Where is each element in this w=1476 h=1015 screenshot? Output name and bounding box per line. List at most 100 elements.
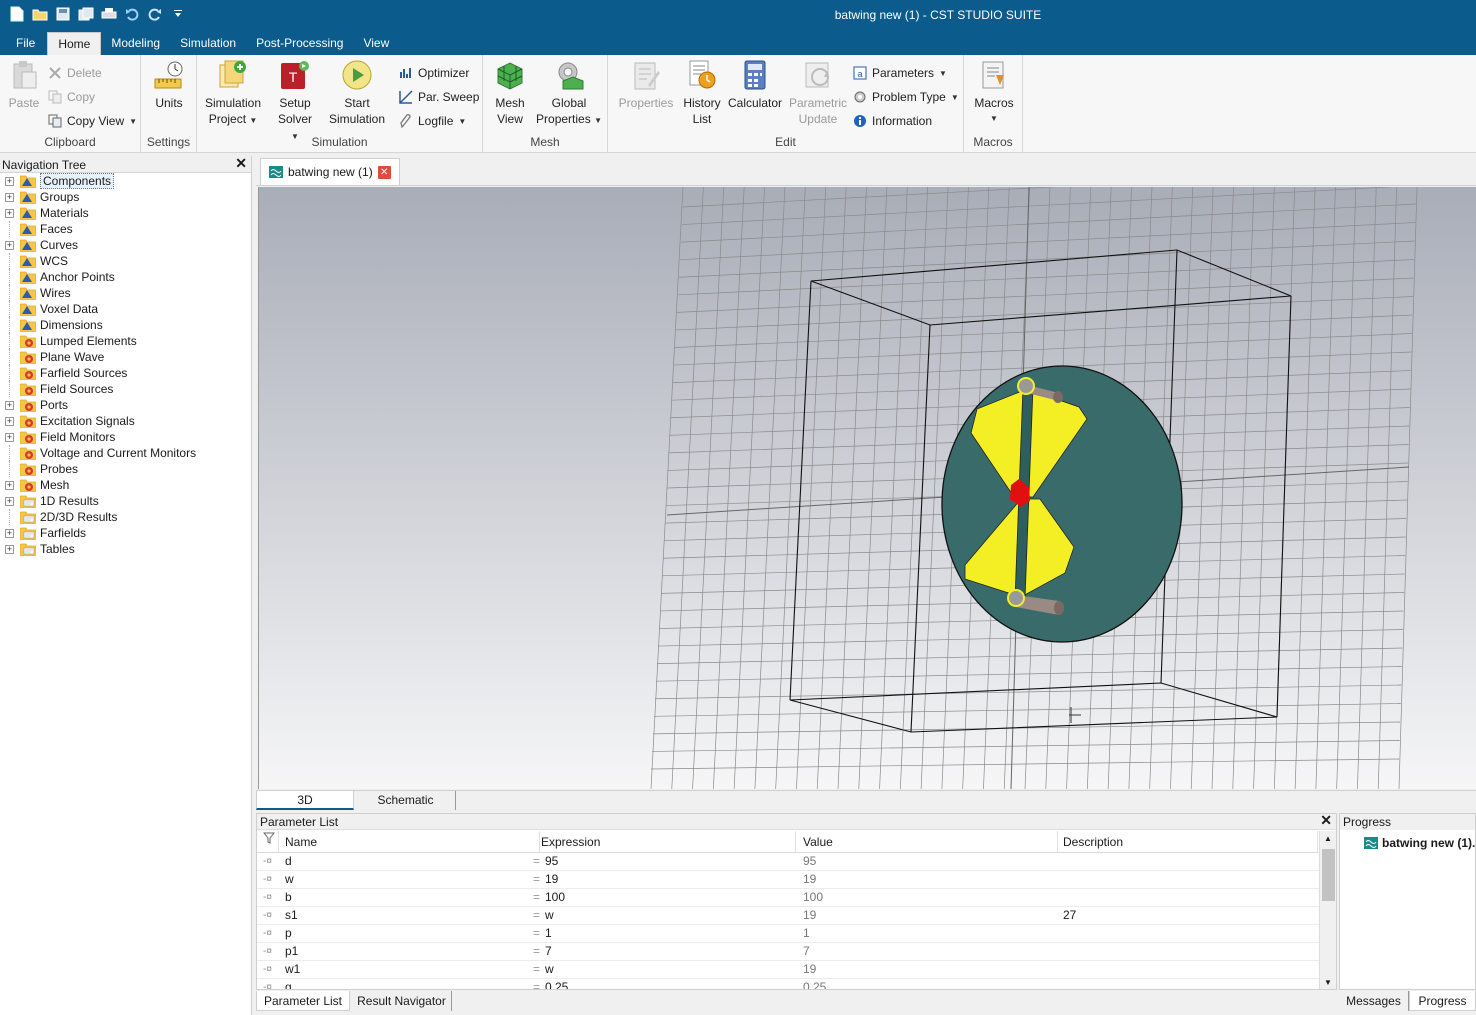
tab-result-navigator[interactable]: Result Navigator <box>352 991 452 1011</box>
close-icon[interactable]: ✕ <box>1320 812 1332 829</box>
delete-button[interactable]: Delete <box>48 63 102 83</box>
parameter-name[interactable]: p <box>285 925 540 942</box>
parameter-row[interactable]: -¤ w1 = w 19 <box>257 961 1319 979</box>
tree-item-farfield-sources[interactable]: Farfield Sources <box>0 365 251 381</box>
parameter-name[interactable]: d <box>285 853 540 870</box>
units-button[interactable]: Units <box>151 59 187 111</box>
scrollbar-thumb[interactable] <box>1322 849 1335 901</box>
column-header-value[interactable]: Value <box>803 831 1058 853</box>
parameter-expression[interactable]: w <box>545 907 800 924</box>
parameter-row[interactable]: -¤ s1 = w 19 27 <box>257 907 1319 925</box>
expand-icon[interactable]: + <box>5 481 14 490</box>
expand-icon[interactable]: + <box>5 193 14 202</box>
parameter-name[interactable]: p1 <box>285 943 540 960</box>
tab-progress[interactable]: Progress <box>1409 991 1476 1011</box>
scroll-down-icon[interactable]: ▼ <box>1324 978 1332 987</box>
tree-item-materials[interactable]: + Materials <box>0 205 251 221</box>
3d-scene[interactable] <box>259 187 1476 789</box>
filter-icon[interactable] <box>263 831 279 853</box>
properties-button[interactable]: Properties <box>616 59 676 111</box>
tree-item-farfields[interactable]: + Farfields <box>0 525 251 541</box>
par-sweep-button[interactable]: Par. Sweep <box>399 87 479 107</box>
simulation-project-button[interactable]: Simulation Project ▼ <box>202 59 264 129</box>
expand-icon[interactable]: + <box>5 209 14 218</box>
tree-item-voltage-and-current-monitors[interactable]: Voltage and Current Monitors <box>0 445 251 461</box>
copy-button[interactable]: Copy <box>48 87 95 107</box>
tree-item-components[interactable]: + Components <box>0 173 251 189</box>
parameter-expression[interactable]: 19 <box>545 871 800 888</box>
tree-item-plane-wave[interactable]: Plane Wave <box>0 349 251 365</box>
tree-item-1d-results[interactable]: +1D Results <box>0 493 251 509</box>
parameter-row[interactable]: -¤ g = 0.25 0.25 <box>257 979 1319 989</box>
parameter-row[interactable]: -¤ b = 100 100 <box>257 889 1319 907</box>
parameter-name[interactable]: w <box>285 871 540 888</box>
tree-item-voxel-data[interactable]: Voxel Data <box>0 301 251 317</box>
tree-item-ports[interactable]: + Ports <box>0 397 251 413</box>
tab-modeling[interactable]: Modeling <box>101 32 170 55</box>
3d-viewport[interactable] <box>258 187 1476 789</box>
tab-home[interactable]: Home <box>47 32 102 55</box>
parameter-list-scrollbar[interactable]: ▲ ▼ <box>1319 831 1336 989</box>
parameter-expression[interactable]: 0.25 <box>545 979 800 989</box>
tab-view[interactable]: View <box>353 32 399 55</box>
paste-button[interactable]: Paste <box>6 59 42 111</box>
tab-simulation[interactable]: Simulation <box>170 32 246 55</box>
tab-parameter-list[interactable]: Parameter List <box>256 991 350 1011</box>
progress-item[interactable]: batwing new (1). <box>1364 836 1475 850</box>
logfile-button[interactable]: Logfile ▼ <box>399 111 466 131</box>
column-header-description[interactable]: Description <box>1063 831 1318 853</box>
expand-icon[interactable]: + <box>5 545 14 554</box>
history-list-button[interactable]: History List <box>682 59 722 127</box>
tab-post-processing[interactable]: Post-Processing <box>246 32 353 55</box>
expand-icon[interactable]: + <box>5 401 14 410</box>
tree-item-field-monitors[interactable]: + Field Monitors <box>0 429 251 445</box>
tree-item-anchor-points[interactable]: Anchor Points <box>0 269 251 285</box>
parameter-expression[interactable]: 95 <box>545 853 800 870</box>
tree-item-dimensions[interactable]: Dimensions <box>0 317 251 333</box>
tab-messages[interactable]: Messages <box>1339 991 1409 1011</box>
document-tab[interactable]: batwing new (1) ✕ <box>260 158 400 185</box>
parameter-expression[interactable]: 7 <box>545 943 800 960</box>
parameter-name[interactable]: w1 <box>285 961 540 978</box>
parameter-row[interactable]: -¤ d = 95 95 <box>257 853 1319 871</box>
parameter-expression[interactable]: 1 <box>545 925 800 942</box>
tree-item-probes[interactable]: Probes <box>0 461 251 477</box>
tree-item-field-sources[interactable]: Field Sources <box>0 381 251 397</box>
tree-item-faces[interactable]: Faces <box>0 221 251 237</box>
setup-solver-button[interactable]: T Setup Solver ▼ <box>273 59 317 145</box>
tree-item-lumped-elements[interactable]: Lumped Elements <box>0 333 251 349</box>
tab-schematic[interactable]: Schematic <box>356 791 456 810</box>
close-tab-icon[interactable]: ✕ <box>377 165 391 179</box>
parameter-row[interactable]: -¤ w = 19 19 <box>257 871 1319 889</box>
tree-item-excitation-signals[interactable]: + Excitation Signals <box>0 413 251 429</box>
tree-item-curves[interactable]: + Curves <box>0 237 251 253</box>
scroll-up-icon[interactable]: ▲ <box>1324 834 1332 843</box>
column-header-expression[interactable]: Expression <box>541 831 796 853</box>
tab-3d[interactable]: 3D <box>256 791 354 810</box>
tree-item-groups[interactable]: + Groups <box>0 189 251 205</box>
expand-icon[interactable]: + <box>5 433 14 442</box>
parameter-expression[interactable]: w <box>545 961 800 978</box>
global-properties-button[interactable]: Global Properties ▼ <box>536 59 602 129</box>
tree-item-wcs[interactable]: WCS <box>0 253 251 269</box>
parameter-name[interactable]: g <box>285 979 540 989</box>
start-simulation-button[interactable]: Start Simulation <box>325 59 389 127</box>
expand-icon[interactable]: + <box>5 529 14 538</box>
column-header-name[interactable]: Name <box>285 831 540 853</box>
expand-icon[interactable]: + <box>5 177 14 186</box>
tree-item-wires[interactable]: Wires <box>0 285 251 301</box>
copy-view-button[interactable]: Copy View ▼ <box>48 111 137 131</box>
information-button[interactable]: Information <box>853 111 932 131</box>
problem-type-button[interactable]: Problem Type ▼ <box>853 87 959 107</box>
calculator-button[interactable]: Calculator <box>726 59 784 111</box>
expand-icon[interactable]: + <box>5 497 14 506</box>
expand-icon[interactable]: + <box>5 417 14 426</box>
parameter-name[interactable]: b <box>285 889 540 906</box>
parameter-description[interactable]: 27 <box>1063 907 1318 924</box>
mesh-view-button[interactable]: Mesh View <box>491 59 529 127</box>
parameter-row[interactable]: -¤ p = 1 1 <box>257 925 1319 943</box>
parameter-name[interactable]: s1 <box>285 907 540 924</box>
expand-icon[interactable]: + <box>5 241 14 250</box>
parameter-row[interactable]: -¤ p1 = 7 7 <box>257 943 1319 961</box>
tree-item-2d-3d-results[interactable]: 2D/3D Results <box>0 509 251 525</box>
